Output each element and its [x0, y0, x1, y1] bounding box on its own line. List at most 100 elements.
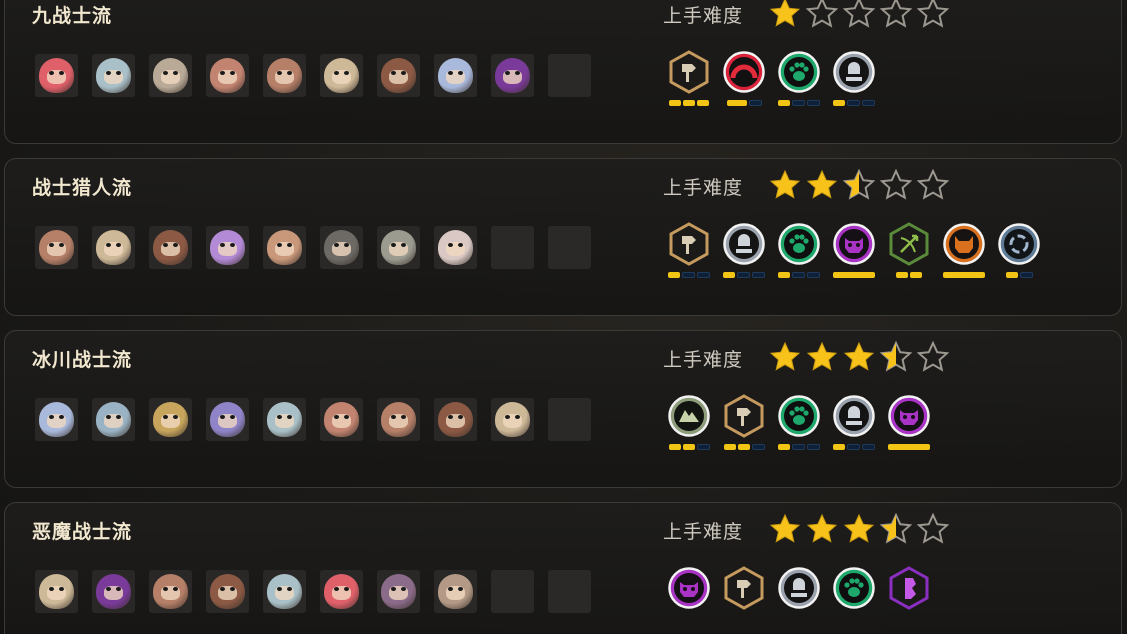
difficulty-stars [769, 512, 950, 549]
trait-level-bars [723, 444, 765, 451]
bearded-dwarf-icon[interactable] [434, 398, 477, 441]
purple-witch-icon[interactable] [206, 226, 249, 269]
star-filled-icon [806, 341, 838, 377]
star-filled-icon [769, 513, 801, 549]
trait-level-bar [1019, 272, 1033, 278]
empty-champion-slot[interactable] [491, 226, 534, 269]
hooded-ghost-icon[interactable] [377, 570, 420, 613]
blue-spiral-icon[interactable] [997, 222, 1041, 279]
ice-bat-icon[interactable] [206, 398, 249, 441]
bearded-dwarf-icon[interactable] [377, 54, 420, 97]
warrior-axe-icon[interactable] [722, 394, 766, 451]
white-walrus-icon[interactable] [35, 398, 78, 441]
red-arc-icon[interactable] [722, 50, 766, 107]
elder-sage-icon[interactable] [434, 226, 477, 269]
gray-crest-icon[interactable] [832, 50, 876, 107]
bandana-knight-icon[interactable] [92, 226, 135, 269]
empty-champion-slot[interactable] [548, 226, 591, 269]
trait-level-bar [833, 272, 875, 278]
cyborg-icon[interactable] [377, 226, 420, 269]
frost-yeti-icon[interactable] [263, 398, 306, 441]
difficulty-label: 上手难度 [663, 521, 744, 543]
purple-demon-icon[interactable] [92, 570, 135, 613]
bearded-dwarf-icon[interactable] [206, 570, 249, 613]
goggle-pig-icon[interactable] [377, 398, 420, 441]
hunter-bow-icon[interactable] [887, 222, 931, 279]
star-filled-icon [769, 169, 801, 205]
difficulty-label: 上手难度 [663, 177, 744, 199]
gray-crest-icon[interactable] [777, 566, 821, 623]
trait-level-bar [807, 444, 820, 450]
goggle-pig-icon[interactable] [263, 54, 306, 97]
goggle-dwarf-icon[interactable] [263, 226, 306, 269]
trait-level-bar [833, 444, 845, 450]
trait-level-bar [943, 272, 985, 278]
trait-level-bar [682, 444, 695, 450]
difficulty-stars [769, 340, 950, 377]
beast-paw-icon[interactable] [777, 50, 821, 107]
frost-yeti-icon[interactable] [92, 54, 135, 97]
difficulty-label: 上手难度 [663, 5, 744, 27]
horned-ice-icon[interactable] [92, 398, 135, 441]
empty-champion-slot[interactable] [548, 570, 591, 613]
demon-hunter-icon[interactable] [887, 566, 931, 623]
trait-level-bar [888, 444, 930, 450]
gold-mummy-icon[interactable] [149, 398, 192, 441]
trait-level-bars [833, 272, 875, 279]
empty-champion-slot[interactable] [491, 570, 534, 613]
hooded-archer-icon[interactable] [320, 226, 363, 269]
trait-level-bars [943, 272, 985, 279]
pig-warrior-icon[interactable] [320, 570, 363, 613]
lineup-card[interactable]: 冰川战士流 上手难度 [4, 330, 1122, 488]
bandana-knight-icon[interactable] [35, 570, 78, 613]
gray-crest-icon[interactable] [722, 222, 766, 279]
difficulty-stars [769, 0, 950, 33]
glacier-icon[interactable] [667, 394, 711, 451]
purple-demon-icon[interactable] [491, 54, 534, 97]
beast-paw-icon[interactable] [832, 566, 876, 623]
gray-crest-icon[interactable] [832, 394, 876, 451]
stone-golem-icon[interactable] [149, 54, 192, 97]
beast-paw-icon[interactable] [777, 222, 821, 279]
empty-champion-slot[interactable] [548, 398, 591, 441]
warrior-axe-icon[interactable] [722, 566, 766, 623]
bearded-dwarf-icon[interactable] [149, 226, 192, 269]
demon-skull-icon[interactable] [887, 394, 931, 451]
trait-level-bar [896, 272, 908, 278]
demon-skull-icon[interactable] [667, 566, 711, 623]
pig-warrior-icon[interactable] [35, 54, 78, 97]
star-empty-icon [842, 0, 876, 33]
goggle-pig-icon[interactable] [35, 226, 78, 269]
trait-level-bar [751, 444, 765, 450]
lineup-card[interactable]: 恶魔战士流 上手难度 [4, 502, 1122, 634]
trait-level-bar [696, 444, 710, 450]
star-half-icon [879, 340, 913, 377]
trait-level-bar [847, 444, 860, 450]
trait-level-bar [668, 272, 680, 278]
white-walrus-icon[interactable] [434, 54, 477, 97]
trait-level-bars [778, 272, 820, 279]
horned-beast-icon[interactable] [434, 570, 477, 613]
beast-paw-icon[interactable] [777, 394, 821, 451]
star-filled-icon [843, 341, 875, 377]
goggle-pig-icon[interactable] [149, 570, 192, 613]
lineup-card[interactable]: 战士猎人流 上手难度 [4, 158, 1122, 316]
empty-champion-slot[interactable] [548, 54, 591, 97]
warrior-axe-icon[interactable] [667, 50, 711, 107]
lineup-name: 战士猎人流 [32, 177, 133, 199]
lineup-name: 恶魔战士流 [32, 521, 133, 543]
lineup-card[interactable]: 九战士流 上手难度 [4, 0, 1122, 144]
bandana-knight-icon[interactable] [491, 398, 534, 441]
demon-skull-icon[interactable] [832, 222, 876, 279]
star-empty-icon [916, 168, 950, 205]
frost-yeti-icon[interactable] [263, 570, 306, 613]
masked-cat-icon[interactable] [206, 54, 249, 97]
orc-head-icon[interactable] [942, 222, 986, 279]
trait-level-bar [723, 272, 735, 278]
trait-level-bar [910, 272, 922, 278]
bandana-knight-icon[interactable] [320, 54, 363, 97]
trait-level-bar [748, 100, 762, 106]
warrior-axe-icon[interactable] [667, 222, 711, 279]
masked-cat-icon[interactable] [320, 398, 363, 441]
trait-level-bars [778, 444, 820, 451]
